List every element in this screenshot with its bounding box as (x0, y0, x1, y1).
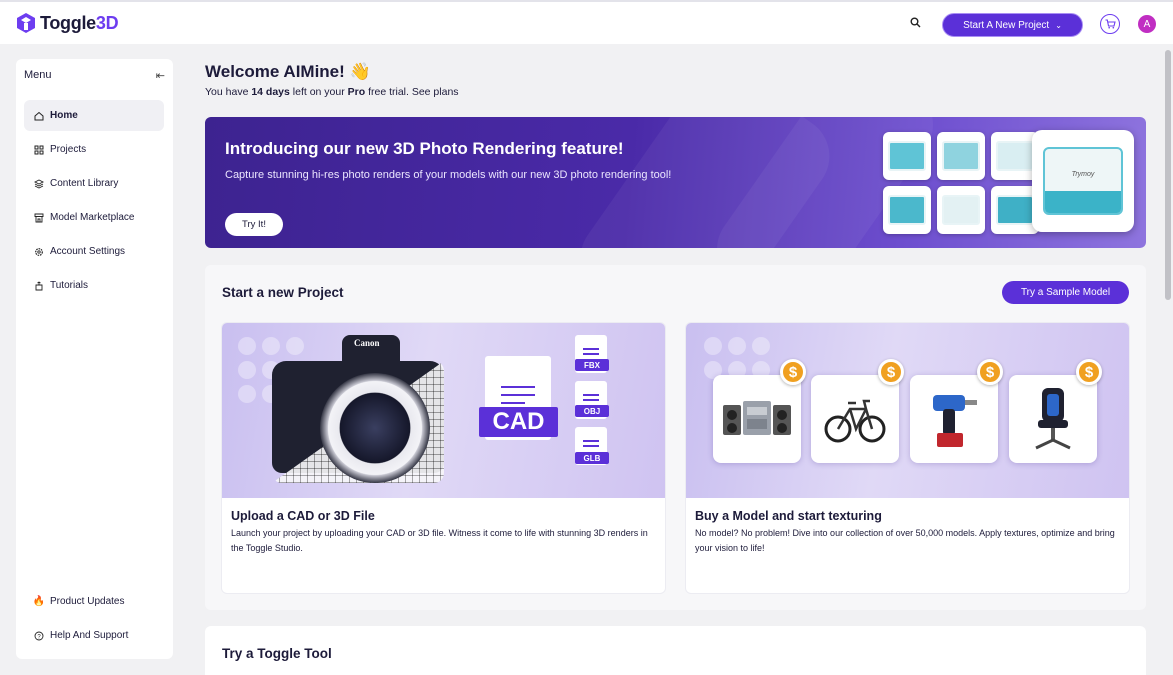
start-new-project-label: Start A New Project (963, 19, 1050, 31)
try-sample-model-button[interactable]: Try a Sample Model (1002, 281, 1129, 304)
stereo-product-card (713, 375, 801, 463)
render-thumbnail (883, 186, 931, 234)
stereo-icon (723, 401, 791, 435)
try-it-button[interactable]: Try It! (225, 213, 283, 236)
banner-title: Introducing our new 3D Photo Rendering f… (225, 139, 624, 158)
marketplace-illustration: $ $ $ $ (686, 323, 1129, 498)
obj-file-label: OBJ (575, 405, 609, 417)
cart-icon (1105, 19, 1116, 29)
sidebar-item-product-updates[interactable]: 🔥 Product Updates (24, 586, 164, 617)
logo-text: Toggle3D (40, 12, 119, 33)
buy-model-card[interactable]: $ $ $ $ Buy a Model and start texturing … (686, 323, 1129, 593)
fbx-file-label: FBX (575, 359, 609, 371)
sidebar-item-projects[interactable]: Projects (24, 134, 164, 165)
top-bar: Toggle3D Start A New Project ⌄ A (0, 0, 1173, 44)
camera-brand: Canon (354, 338, 380, 348)
sidebar-item-label: Home (50, 110, 78, 121)
sidebar-item-label: Tutorials (50, 280, 88, 291)
gaming-chair-icon (1035, 388, 1071, 450)
sidebar-item-model-marketplace[interactable]: Model Marketplace (24, 202, 164, 233)
sidebar-header: Menu ⇤ (24, 69, 165, 82)
sidebar-item-tutorials[interactable]: Tutorials (24, 270, 164, 301)
fire-icon: 🔥 (32, 596, 46, 607)
see-plans-link[interactable]: free trial. See plans (365, 86, 458, 98)
sidebar-item-label: Content Library (50, 178, 119, 189)
drill-icon (933, 395, 977, 447)
cart-button[interactable] (1100, 14, 1120, 34)
start-new-project-button[interactable]: Start A New Project ⌄ (942, 13, 1083, 37)
scrollbar[interactable] (1163, 44, 1173, 675)
render-thumbnail (883, 132, 931, 180)
price-icon: $ (1076, 359, 1102, 385)
upload-illustration: Canon CAD FBX OBJ GLB (222, 323, 665, 498)
sidebar-item-help-and-support[interactable]: ? Help And Support (24, 620, 164, 651)
help-icon: ? (34, 631, 44, 640)
feature-banner: Introducing our new 3D Photo Rendering f… (205, 117, 1146, 248)
render-thumbnail (937, 186, 985, 234)
library-icon (34, 178, 44, 189)
gaming-chair-product-card (1009, 375, 1097, 463)
grid-icon (34, 145, 44, 154)
scrollbar-thumb[interactable] (1165, 50, 1171, 300)
sidebar: Menu ⇤ Home Projects Content Library Mod… (16, 59, 173, 659)
cad-file-label: CAD (479, 407, 558, 437)
new-project-section: Start a new Project Try a Sample Model C… (205, 265, 1146, 610)
section-title: Try a Toggle Tool (222, 646, 332, 661)
price-icon: $ (977, 359, 1003, 385)
logo[interactable]: Toggle3D (16, 12, 119, 34)
card-title: Buy a Model and start texturing (695, 509, 882, 523)
price-icon: $ (780, 359, 806, 385)
render-thumbnail (937, 132, 985, 180)
sidebar-item-label: Account Settings (50, 246, 126, 257)
collapse-icon[interactable]: ⇤ (156, 69, 165, 82)
sidebar-item-label: Help And Support (50, 630, 129, 641)
section-title: Start a new Project (222, 285, 344, 300)
gear-icon (35, 247, 43, 256)
store-icon (34, 213, 44, 222)
sidebar-item-home[interactable]: Home (24, 100, 164, 131)
card-description: No model? No problem! Dive into our coll… (695, 528, 1115, 553)
sidebar-item-account-settings[interactable]: Account Settings (24, 236, 164, 267)
sidebar-item-label: Model Marketplace (50, 212, 135, 223)
sidebar-item-label: Projects (50, 144, 87, 155)
welcome-heading: Welcome AIMine! 👋 (205, 62, 371, 81)
drill-product-card (910, 375, 998, 463)
price-icon: $ (878, 359, 904, 385)
card-description: Launch your project by uploading your CA… (231, 528, 648, 553)
featured-render: Trymoy (1032, 130, 1134, 232)
menu-label: Menu (24, 69, 52, 81)
bicycle-product-card (811, 375, 899, 463)
toggle-tools-section: Try a Toggle Tool (205, 626, 1146, 675)
card-title: Upload a CAD or 3D File (231, 509, 375, 523)
glb-file-label: GLB (575, 452, 609, 464)
bicycle-icon (824, 399, 886, 443)
upload-file-card[interactable]: Canon CAD FBX OBJ GLB Upload a CAD or 3D… (222, 323, 665, 593)
avatar[interactable]: A (1138, 15, 1156, 33)
banner-description: Capture stunning hi-res photo renders of… (225, 169, 672, 181)
logo-icon (17, 13, 35, 33)
chevron-down-icon: ⌄ (1055, 20, 1062, 30)
sidebar-item-label: Product Updates (50, 596, 125, 607)
sidebar-item-content-library[interactable]: Content Library (24, 168, 164, 199)
trial-notice: You have 14 days left on your Pro free t… (205, 86, 459, 98)
search-icon[interactable] (909, 16, 923, 30)
home-icon (34, 111, 44, 120)
tutorial-icon (35, 280, 43, 290)
